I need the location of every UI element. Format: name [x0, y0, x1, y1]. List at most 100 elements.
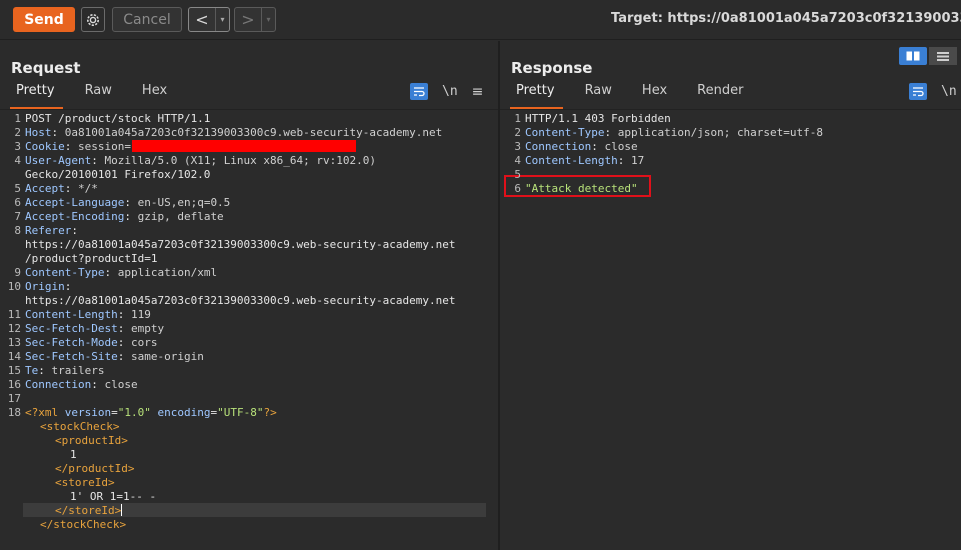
- request-tab-hex[interactable]: Hex: [142, 83, 167, 105]
- line-number: 18: [7, 406, 21, 419]
- layout-toggle: [899, 47, 961, 65]
- toolbar: Send Cancel < ▾ > ▾ Target: https://0a81…: [0, 0, 961, 40]
- line-number: 1: [14, 112, 21, 125]
- settings-button[interactable]: [81, 7, 105, 32]
- header-value: same-origin: [124, 350, 204, 363]
- header-name: Content-Length: [525, 154, 618, 167]
- header-name: Origin: [25, 280, 65, 293]
- stacked-view-button[interactable]: [929, 47, 957, 65]
- forward-dropdown[interactable]: ▾: [261, 8, 275, 31]
- cancel-button[interactable]: Cancel: [112, 7, 182, 32]
- code-line: Host: 0a81001a045a7203c0f32139003300c9.w…: [25, 126, 443, 139]
- code-line: Sec-Fetch-Dest: empty: [25, 322, 165, 335]
- header-name: User-Agent: [25, 154, 92, 167]
- header-name: Connection: [25, 378, 92, 391]
- xml-tag-productid-close: </productId>: [55, 462, 135, 475]
- line-text: Gecko/20100101 Firefox/102.0: [25, 168, 211, 181]
- response-tab-hex[interactable]: Hex: [642, 83, 667, 105]
- code-line: https://0a81001a045a7203c0f32139003300c9…: [25, 294, 455, 308]
- send-button[interactable]: Send: [13, 7, 75, 32]
- line-text: /product?productId=1: [25, 252, 158, 265]
- xml-line: </storeId>: [55, 504, 123, 518]
- header-name: Content-Length: [25, 308, 118, 321]
- request-panel: Request Pretty Raw Hex \n ≡ 1 POST /produ…: [0, 41, 498, 550]
- line-number: 6: [514, 182, 521, 195]
- code-line: Accept-Language: en-US,en;q=0.5: [25, 196, 231, 209]
- xml-declaration-close: ?>: [263, 406, 277, 419]
- code-line: Content-Length: 17: [525, 154, 645, 167]
- split-view-button[interactable]: [899, 47, 927, 65]
- response-tab-pretty[interactable]: Pretty: [510, 83, 563, 109]
- line-number: 8: [14, 224, 21, 237]
- header-value: close: [597, 140, 638, 153]
- xml-line: 1: [70, 448, 77, 462]
- header-name: Cookie: [25, 140, 65, 153]
- menu-icon[interactable]: ≡: [472, 84, 484, 100]
- header-value: 17: [624, 154, 645, 167]
- line-number: 7: [14, 210, 21, 223]
- request-tab-pretty[interactable]: Pretty: [10, 83, 63, 109]
- response-wrap-lines-button[interactable]: [909, 83, 927, 100]
- response-tab-render[interactable]: Render: [697, 83, 743, 105]
- back-button[interactable]: < ▾: [188, 7, 230, 32]
- xml-tag-stockcheck-open: <stockCheck>: [40, 420, 120, 433]
- line-text: https://0a81001a045a7203c0f32139003300c9…: [25, 294, 456, 307]
- header-name: Sec-Fetch-Site: [25, 350, 118, 363]
- xml-line: </productId>: [55, 462, 134, 476]
- back-dropdown[interactable]: ▾: [215, 8, 229, 31]
- line-number: 1: [514, 112, 521, 125]
- xml-attr-name: version: [64, 406, 112, 419]
- header-value: 119: [124, 308, 151, 321]
- header-value: close: [97, 378, 138, 391]
- line-number: 3: [514, 140, 521, 153]
- code-line: Te: trailers: [25, 364, 105, 377]
- forward-button[interactable]: > ▾: [234, 7, 276, 32]
- response-editor[interactable]: 1 HTTP/1.1 403 Forbidden 2 Content-Type: ap…: [500, 109, 961, 550]
- line-number: 4: [514, 154, 521, 167]
- wrap-lines-button[interactable]: [410, 83, 428, 100]
- chevron-left-icon: <: [195, 10, 209, 29]
- header-value: application/xml: [111, 266, 218, 279]
- code-line: Sec-Fetch-Site: same-origin: [25, 350, 204, 363]
- productid-value: 1: [70, 448, 77, 461]
- code-line: HTTP/1.1 403 Forbidden: [525, 112, 671, 126]
- response-panel: Response Pretty Raw Hex Render \n 1 HTTP/…: [500, 41, 961, 550]
- xml-attr-name: encoding: [157, 406, 211, 419]
- wrap-icon: [913, 87, 924, 97]
- target-url[interactable]: Target: https://0a81001a045a7203c0f32139…: [611, 11, 961, 26]
- request-editor[interactable]: 1 POST /product/stock HTTP/1.1 2 Host: 0a81…: [0, 109, 498, 550]
- xml-tag-storeid-close: </storeId>: [55, 504, 122, 517]
- header-name: Accept-Language: [25, 196, 125, 209]
- xml-tag-stockcheck-close: </stockCheck>: [40, 518, 127, 531]
- code-line: "Attack detected": [525, 182, 638, 196]
- xml-attr-value: "1.0": [117, 406, 151, 419]
- header-value: trailers: [44, 364, 105, 377]
- xml-line: </stockCheck>: [40, 518, 126, 532]
- xml-tag-storeid-open: <storeId>: [55, 476, 115, 489]
- code-line: Cookie: session=: [25, 140, 356, 154]
- line-text: POST /product/stock HTTP/1.1: [25, 112, 211, 125]
- request-tab-raw[interactable]: Raw: [85, 83, 112, 105]
- header-name: Content-Type: [25, 266, 105, 279]
- code-line: Origin:: [25, 280, 72, 293]
- xml-line: <stockCheck>: [40, 420, 119, 434]
- line-number: 5: [14, 182, 21, 195]
- header-name: Te: [25, 364, 39, 377]
- xml-line: 1' OR 1=1-- -: [70, 490, 156, 504]
- response-newline-toggle-icon[interactable]: \n: [941, 84, 957, 99]
- code-line: Content-Type: application/json; charset=…: [525, 126, 824, 139]
- header-name: Content-Type: [525, 126, 605, 139]
- response-tab-raw[interactable]: Raw: [585, 83, 612, 105]
- code-line: User-Agent: Mozilla/5.0 (X11; Linux x86_…: [25, 154, 377, 167]
- header-value: cors: [124, 336, 158, 349]
- header-name: Sec-Fetch-Dest: [25, 322, 118, 335]
- json-string: "Attack detected": [525, 182, 638, 195]
- wrap-icon: [414, 87, 425, 97]
- header-name: Referer: [25, 224, 72, 237]
- header-value: Mozilla/5.0 (X11; Linux x86_64; rv:102.0…: [97, 154, 377, 167]
- header-name: Sec-Fetch-Mode: [25, 336, 118, 349]
- code-line: Connection: close: [25, 378, 138, 391]
- response-title: Response: [511, 59, 593, 77]
- xml-attr-value: "UTF-8": [217, 406, 264, 419]
- newline-toggle-icon[interactable]: \n: [442, 84, 458, 99]
